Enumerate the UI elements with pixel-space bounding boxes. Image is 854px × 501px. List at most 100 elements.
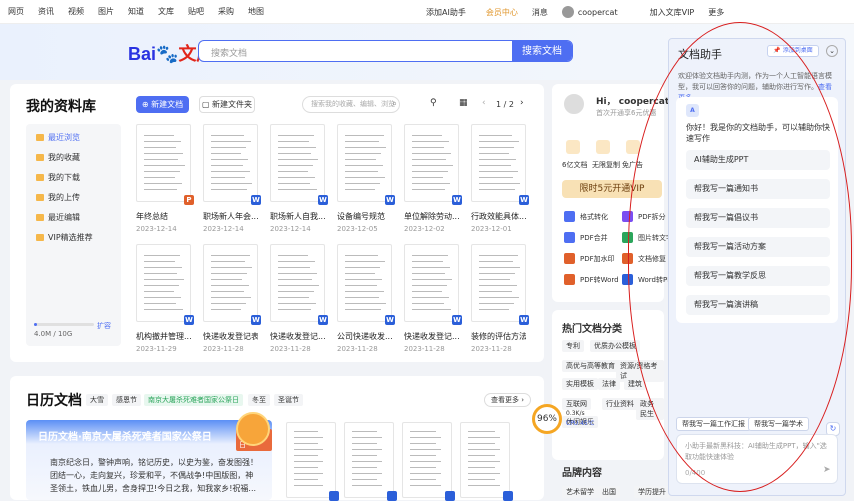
calendar-tag[interactable]: 感恩节 [112,394,141,406]
calendar-doc-thumbnail[interactable] [460,422,513,501]
doc-line [211,153,241,154]
view-toggle-icon[interactable]: ▦ [459,98,468,108]
new-folder-button[interactable]: ▢ 新建文件夹 [199,96,255,113]
sidebar-item[interactable]: 我的收藏 [36,152,80,163]
hot-tag[interactable]: 优质办公模板 [590,340,640,352]
doc-line [294,431,318,432]
doc-line [278,171,308,172]
collapse-icon[interactable]: ⌄ [826,45,838,57]
doc-thumbnail[interactable]: W [270,244,328,325]
doc-thumbnail[interactable]: W [270,124,328,205]
doc-thumbnail[interactable]: W [337,124,395,205]
doc-name[interactable]: 单位解除劳动... [404,211,459,222]
doc-thumbnail[interactable]: W [337,244,395,325]
doc-thumbnail[interactable]: W [203,244,261,325]
quota-text: 4.0M / 10G [34,330,73,338]
top-nav-8[interactable]: 地图 [248,6,264,17]
top-nav-3[interactable]: 图片 [98,6,114,17]
folder-icon [36,174,44,181]
message-link[interactable]: 消息 [532,7,548,18]
main-search-input[interactable]: 搜索文档 搜索文档 [198,40,573,62]
hot-tag[interactable]: 专利 [562,340,584,352]
doc-name[interactable]: 行政效能具体... [471,211,526,222]
calendar-banner[interactable]: 日历文档·南京大屠杀死难者国家公祭日 12月13日 南京纪念日，警钟声响，铭记历… [26,420,272,500]
brand-tag[interactable]: 出国 [598,486,620,498]
expand-link[interactable]: 扩容 [97,321,111,331]
doc-line [345,297,379,298]
calendar-tag[interactable]: 冬至 [248,394,270,406]
view-more-button[interactable]: 查看更多 › [484,393,532,407]
sidebar-item[interactable]: 最近编辑 [36,212,80,223]
doc-name[interactable]: 快递收发登记... [404,331,459,342]
search-button[interactable]: 搜索文档 [512,41,572,61]
top-nav-7[interactable]: 采购 [218,6,234,17]
doc-thumbnail[interactable]: W [471,124,529,205]
next-page-icon[interactable]: › [520,98,524,108]
add-ai-link[interactable]: 添加AI助手 [426,7,466,18]
search-icon[interactable]: ⌕ [392,99,397,109]
top-nav-1[interactable]: 资讯 [38,6,54,17]
doc-line [352,467,377,468]
more-link[interactable]: 更多 [708,7,724,18]
calendar-doc-thumbnail[interactable] [402,422,455,501]
doc-name[interactable]: 职场新人年会... [203,211,258,222]
doc-line [278,165,313,166]
filter-icon[interactable]: ⚲ [430,98,437,108]
mascot-icon [236,412,270,446]
doc-name[interactable]: 年终总结 [136,211,191,222]
doc-name[interactable]: 机构撤并管理... [136,331,191,342]
prev-page-icon[interactable]: ‹ [482,98,486,108]
doc-line [479,261,513,262]
doc-line [479,279,510,280]
brand-tag[interactable]: 艺术留学 [562,486,598,498]
hot-tag[interactable]: 行业资料 [602,398,638,410]
doc-name[interactable]: 职场新人自我... [270,211,325,222]
calendar-doc-thumbnail[interactable] [286,422,339,501]
doc-line [144,189,177,190]
calendar-tag[interactable]: 大雪 [86,394,108,406]
hot-tag[interactable]: 实用模板 [562,378,598,390]
doc-thumbnail[interactable]: W [471,244,529,325]
calendar-tag[interactable]: 圣诞节 [274,394,303,406]
new-doc-button[interactable]: ⊕ 新建文档 [136,96,189,113]
user-menu[interactable]: coopercat [561,6,632,18]
sidebar-item-label: 我的上传 [48,193,80,202]
hot-tag[interactable]: 互联网 [562,398,591,410]
doc-thumbnail[interactable]: W [404,244,462,325]
doc-thumbnail[interactable]: W [404,124,462,205]
doc-name[interactable]: 公司快递收发... [337,331,392,342]
top-nav-2[interactable]: 视频 [68,6,84,17]
doc-thumbnail[interactable]: P [136,124,194,205]
calendar-doc-thumbnail[interactable] [344,422,397,501]
top-nav-6[interactable]: 贴吧 [188,6,204,17]
sidebar-item[interactable]: 最近浏览 [36,132,80,143]
tool-link[interactable]: PDF转Word [580,275,619,285]
library-search-input[interactable]: 搜索我的收藏、编辑、浏览 [302,96,400,113]
doc-line [412,141,449,142]
doc-name[interactable]: 快递收发登记表 [203,331,258,342]
calendar-tag[interactable]: 南京大屠杀死难者国家公祭日 [144,394,243,406]
brand-tag[interactable]: 学历提升 [634,486,670,498]
sidebar-item[interactable]: 我的下载 [36,172,80,183]
doc-line [412,183,450,184]
hot-tag[interactable]: 法律 [598,378,620,390]
doc-name[interactable]: 装修的评估方法 [471,331,526,342]
top-nav-0[interactable]: 网页 [8,6,24,17]
tool-link[interactable]: PDF加水印 [580,254,615,264]
join-vip-link[interactable]: 加入文库VIP [650,7,695,18]
stat-label: 6亿文档 [562,161,588,169]
doc-thumbnail[interactable]: W [203,124,261,205]
hot-tag[interactable]: 高优与高等教育 [562,360,619,372]
member-center-link[interactable]: 会员中心 [486,7,518,18]
doc-name[interactable]: 设备编号规范 [337,211,392,222]
top-nav-5[interactable]: 文库 [158,6,174,17]
doc-line [278,291,314,292]
sidebar-item[interactable]: 我的上传 [36,192,80,203]
tool-link[interactable]: PDF合并 [580,233,608,243]
tool-link[interactable]: 格式转化 [580,212,608,222]
sidebar-item[interactable]: VIP精选推荐 [36,232,93,243]
doc-thumbnail[interactable]: W [136,244,194,325]
doc-name[interactable]: 快递收发登记... [270,331,325,342]
send-icon[interactable]: ➤ [823,465,831,475]
top-nav-4[interactable]: 知道 [128,6,144,17]
